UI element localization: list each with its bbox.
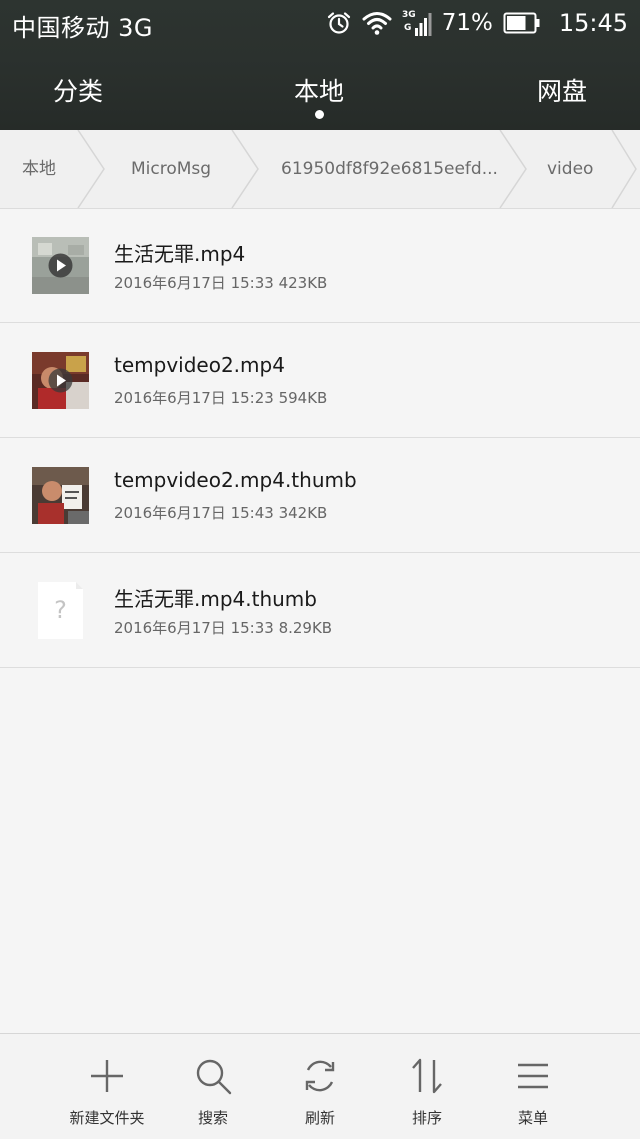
image-thumbnail-icon xyxy=(32,467,89,524)
file-name: tempvideo2.mp4.thumb xyxy=(114,468,357,492)
sort-button[interactable]: 排序 xyxy=(372,1034,482,1139)
new-folder-button[interactable]: 新建文件夹 xyxy=(52,1034,162,1139)
video-thumbnail-icon xyxy=(32,352,89,409)
wifi-icon xyxy=(362,10,392,36)
file-meta: 2016年6月17日 15:33 423KB xyxy=(114,274,328,292)
tab-cloud-drive[interactable]: 网盘 xyxy=(537,72,587,108)
status-icons: 3G G 71% 15:45 xyxy=(326,6,628,40)
battery-percent: 71% xyxy=(441,10,493,36)
refresh-label: 刷新 xyxy=(304,1109,335,1127)
refresh-button[interactable]: 刷新 xyxy=(265,1034,375,1139)
file-meta: 2016年6月17日 15:23 594KB xyxy=(114,389,328,407)
sort-label: 排序 xyxy=(411,1109,442,1127)
chevron-right-icon xyxy=(231,130,259,208)
search-button[interactable]: 搜索 xyxy=(158,1034,268,1139)
alarm-clock-icon xyxy=(326,10,352,36)
breadcrumb-item-micromsg[interactable]: MicroMsg xyxy=(131,130,211,208)
breadcrumb: 本地 MicroMsg 61950df8f92e6815eefd... vide… xyxy=(0,130,640,209)
file-name: tempvideo2.mp4 xyxy=(114,353,285,377)
cellular-signal-icon: 3G G xyxy=(402,8,432,38)
unknown-file-icon: ? xyxy=(32,582,89,639)
breadcrumb-item-local[interactable]: 本地 xyxy=(22,130,56,208)
file-name: 生活无罪.mp4 xyxy=(114,242,246,266)
breadcrumb-item-folder-hash[interactable]: 61950df8f92e6815eefd... xyxy=(281,130,498,208)
file-meta: 2016年6月17日 15:43 342KB xyxy=(114,504,328,522)
tab-bar: 分类 本地 网盘 xyxy=(0,58,640,130)
app-header: 中国移动 3G 3G G 71% 15:45 分类 本地 网盘 xyxy=(0,0,640,130)
network-badge-top: 3G xyxy=(402,10,416,20)
carrier-name: 中国移动 3G xyxy=(12,14,153,42)
tab-categories[interactable]: 分类 xyxy=(53,72,103,108)
plus-icon xyxy=(91,1060,123,1092)
active-tab-indicator xyxy=(315,110,324,119)
status-time: 15:45 xyxy=(558,9,628,37)
menu-icon xyxy=(518,1063,548,1089)
bottom-toolbar: 新建文件夹 搜索 刷新 排序 菜单 xyxy=(0,1033,640,1139)
chevron-right-icon xyxy=(611,130,637,208)
status-bar: 中国移动 3G 3G G 71% 15:45 xyxy=(0,0,640,46)
search-label: 搜索 xyxy=(197,1109,228,1127)
menu-label: 菜单 xyxy=(517,1109,548,1127)
battery-icon xyxy=(503,11,541,35)
file-list: 生活无罪.mp4 2016年6月17日 15:33 423KB tempvide… xyxy=(0,208,640,668)
tab-local[interactable]: 本地 xyxy=(294,72,344,108)
file-row[interactable]: tempvideo2.mp4 2016年6月17日 15:23 594KB xyxy=(0,323,640,438)
file-meta: 2016年6月17日 15:33 8.29KB xyxy=(114,619,333,637)
file-row[interactable]: tempvideo2.mp4.thumb 2016年6月17日 15:43 34… xyxy=(0,438,640,553)
network-badge-bottom: G xyxy=(404,23,411,33)
video-thumbnail-icon xyxy=(32,237,89,294)
new-folder-label: 新建文件夹 xyxy=(69,1109,145,1127)
refresh-icon xyxy=(305,1060,335,1092)
chevron-right-icon xyxy=(77,130,105,208)
breadcrumb-item-video[interactable]: video xyxy=(547,130,593,208)
svg-text:?: ? xyxy=(54,596,67,624)
file-name: 生活无罪.mp4.thumb xyxy=(114,587,317,611)
search-icon xyxy=(196,1059,232,1095)
menu-button[interactable]: 菜单 xyxy=(478,1034,588,1139)
file-row[interactable]: 生活无罪.mp4 2016年6月17日 15:33 423KB xyxy=(0,208,640,323)
chevron-right-icon xyxy=(499,130,527,208)
sort-icon xyxy=(412,1058,442,1094)
file-row[interactable]: ? 生活无罪.mp4.thumb 2016年6月17日 15:33 8.29KB xyxy=(0,553,640,668)
